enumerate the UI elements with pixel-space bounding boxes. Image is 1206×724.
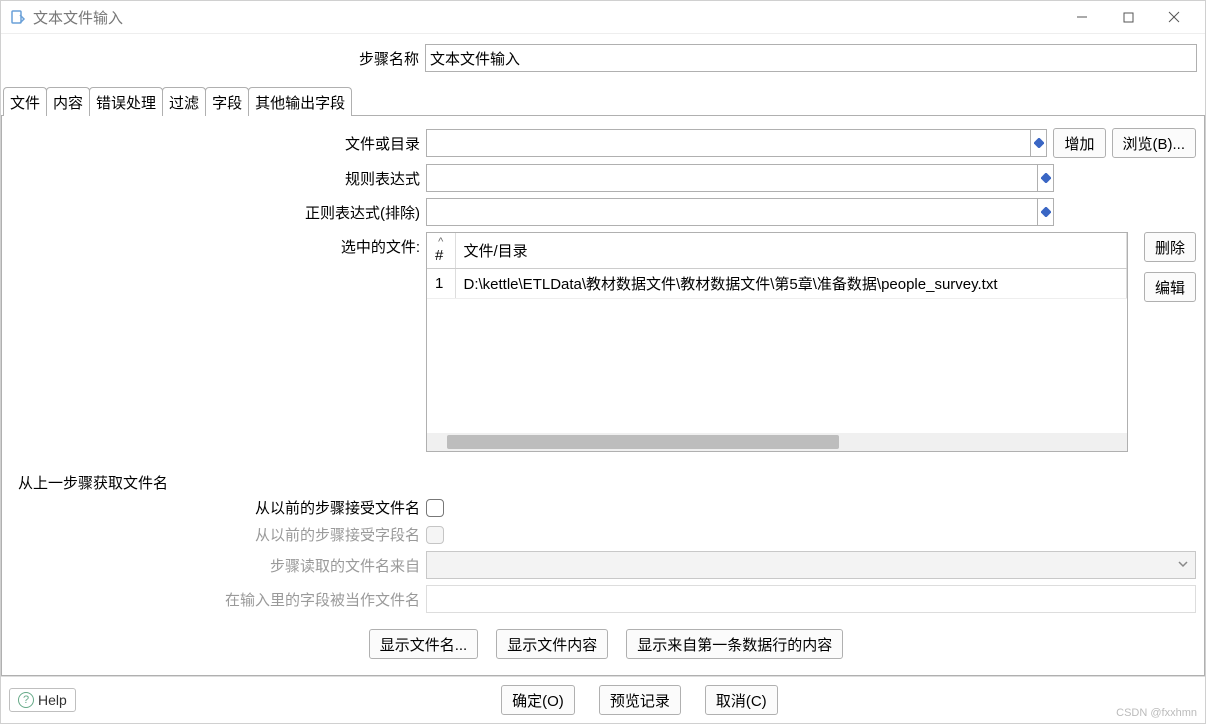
regex-excl-row: 正则表达式(排除) [10, 198, 1196, 226]
field-as-filename-row: 在输入里的字段被当作文件名 [10, 585, 1196, 613]
col-path: 文件/目录 [455, 233, 1126, 269]
file-or-dir-label: 文件或目录 [10, 133, 426, 154]
col-index: ^ # [427, 233, 455, 269]
sort-caret-icon: ^ [435, 237, 447, 247]
accept-fieldname-row: 从以前的步骤接受字段名 [10, 524, 1196, 545]
file-or-dir-row: 文件或目录 增加 浏览(B)... [10, 128, 1196, 158]
show-first-row-button[interactable]: 显示来自第一条数据行的内容 [626, 629, 843, 659]
field-as-filename-label: 在输入里的字段被当作文件名 [10, 589, 426, 610]
var-indicator-icon [1038, 198, 1054, 226]
tab-fields[interactable]: 字段 [205, 87, 249, 116]
window-title: 文本文件输入 [33, 7, 1059, 28]
maximize-icon [1123, 12, 1134, 23]
tab-other-output[interactable]: 其他输出字段 [248, 87, 352, 116]
selected-files-row: 选中的文件: ^ # 文件/目录 [10, 232, 1196, 462]
watermark-text: CSDN @fxxhmn [1116, 707, 1197, 719]
regex-row: 规则表达式 [10, 164, 1196, 192]
regex-label: 规则表达式 [10, 168, 426, 189]
edit-button[interactable]: 编辑 [1144, 272, 1196, 302]
help-label: Help [38, 692, 67, 708]
horizontal-scrollbar[interactable] [427, 433, 1127, 451]
selected-files-label: 选中的文件: [10, 232, 426, 257]
selected-files-table[interactable]: ^ # 文件/目录 1 D:\kettle\ETLData\教材数据文件\教材数… [426, 232, 1128, 452]
cell-path: D:\kettle\ETLData\教材数据文件\教材数据文件\第5章\准备数据… [455, 269, 1126, 299]
cell-index: 1 [427, 269, 455, 299]
tab-filter[interactable]: 过滤 [162, 87, 206, 116]
title-bar: 文本文件输入 [1, 1, 1205, 34]
close-icon [1168, 11, 1180, 23]
step-name-row: 步骤名称 [9, 44, 1197, 72]
preview-button[interactable]: 预览记录 [599, 685, 681, 715]
minimize-button[interactable] [1059, 1, 1105, 33]
accept-filename-row: 从以前的步骤接受文件名 [10, 497, 1196, 518]
accept-filename-checkbox[interactable] [426, 499, 444, 517]
step-name-input[interactable] [425, 44, 1197, 72]
chevron-down-icon [1177, 557, 1189, 574]
app-icon [9, 8, 27, 26]
regex-excl-input[interactable] [426, 198, 1038, 226]
help-icon: ? [18, 692, 34, 708]
delete-button[interactable]: 删除 [1144, 232, 1196, 262]
step-source-row: 步骤读取的文件名来自 [10, 551, 1196, 579]
var-indicator-icon [1031, 129, 1047, 157]
accept-fieldname-checkbox [426, 526, 444, 544]
regex-excl-label: 正则表达式(排除) [10, 202, 426, 223]
step-source-dropdown [426, 551, 1196, 579]
tab-content[interactable]: 内容 [46, 87, 90, 116]
show-content-button[interactable]: 显示文件内容 [496, 629, 608, 659]
cancel-button[interactable]: 取消(C) [705, 685, 778, 715]
step-source-label: 步骤读取的文件名来自 [10, 555, 426, 576]
add-button[interactable]: 增加 [1053, 128, 1105, 158]
accept-fieldname-label: 从以前的步骤接受字段名 [10, 524, 426, 545]
tab-bar: 文件 内容 错误处理 过滤 字段 其他输出字段 [1, 86, 1205, 116]
accept-filename-label: 从以前的步骤接受文件名 [10, 497, 426, 518]
prev-step-group-label: 从上一步骤获取文件名 [18, 472, 1196, 493]
tab-panel-file: 文件或目录 增加 浏览(B)... 规则表达式 正则表达式(排除) [1, 115, 1205, 676]
field-as-filename-input [426, 585, 1196, 613]
close-button[interactable] [1151, 1, 1197, 33]
var-indicator-icon [1038, 164, 1054, 192]
maximize-button[interactable] [1105, 1, 1151, 33]
table-header-row: ^ # 文件/目录 [427, 233, 1126, 269]
file-or-dir-input[interactable] [426, 129, 1031, 157]
table-row[interactable]: 1 D:\kettle\ETLData\教材数据文件\教材数据文件\第5章\准备… [427, 269, 1126, 299]
minimize-icon [1076, 11, 1088, 23]
regex-input[interactable] [426, 164, 1038, 192]
show-filenames-button[interactable]: 显示文件名... [369, 629, 479, 659]
step-name-label: 步骤名称 [9, 48, 425, 69]
file-preview-buttons: 显示文件名... 显示文件内容 显示来自第一条数据行的内容 [10, 619, 1196, 667]
tab-file[interactable]: 文件 [3, 87, 47, 116]
browse-button[interactable]: 浏览(B)... [1112, 128, 1197, 158]
help-button[interactable]: ? Help [9, 688, 76, 712]
dialog-footer: ? Help 确定(O) 预览记录 取消(C) CSDN @fxxhmn [1, 676, 1205, 723]
ok-button[interactable]: 确定(O) [501, 685, 575, 715]
tab-error[interactable]: 错误处理 [89, 87, 163, 116]
scrollbar-thumb[interactable] [447, 435, 839, 449]
